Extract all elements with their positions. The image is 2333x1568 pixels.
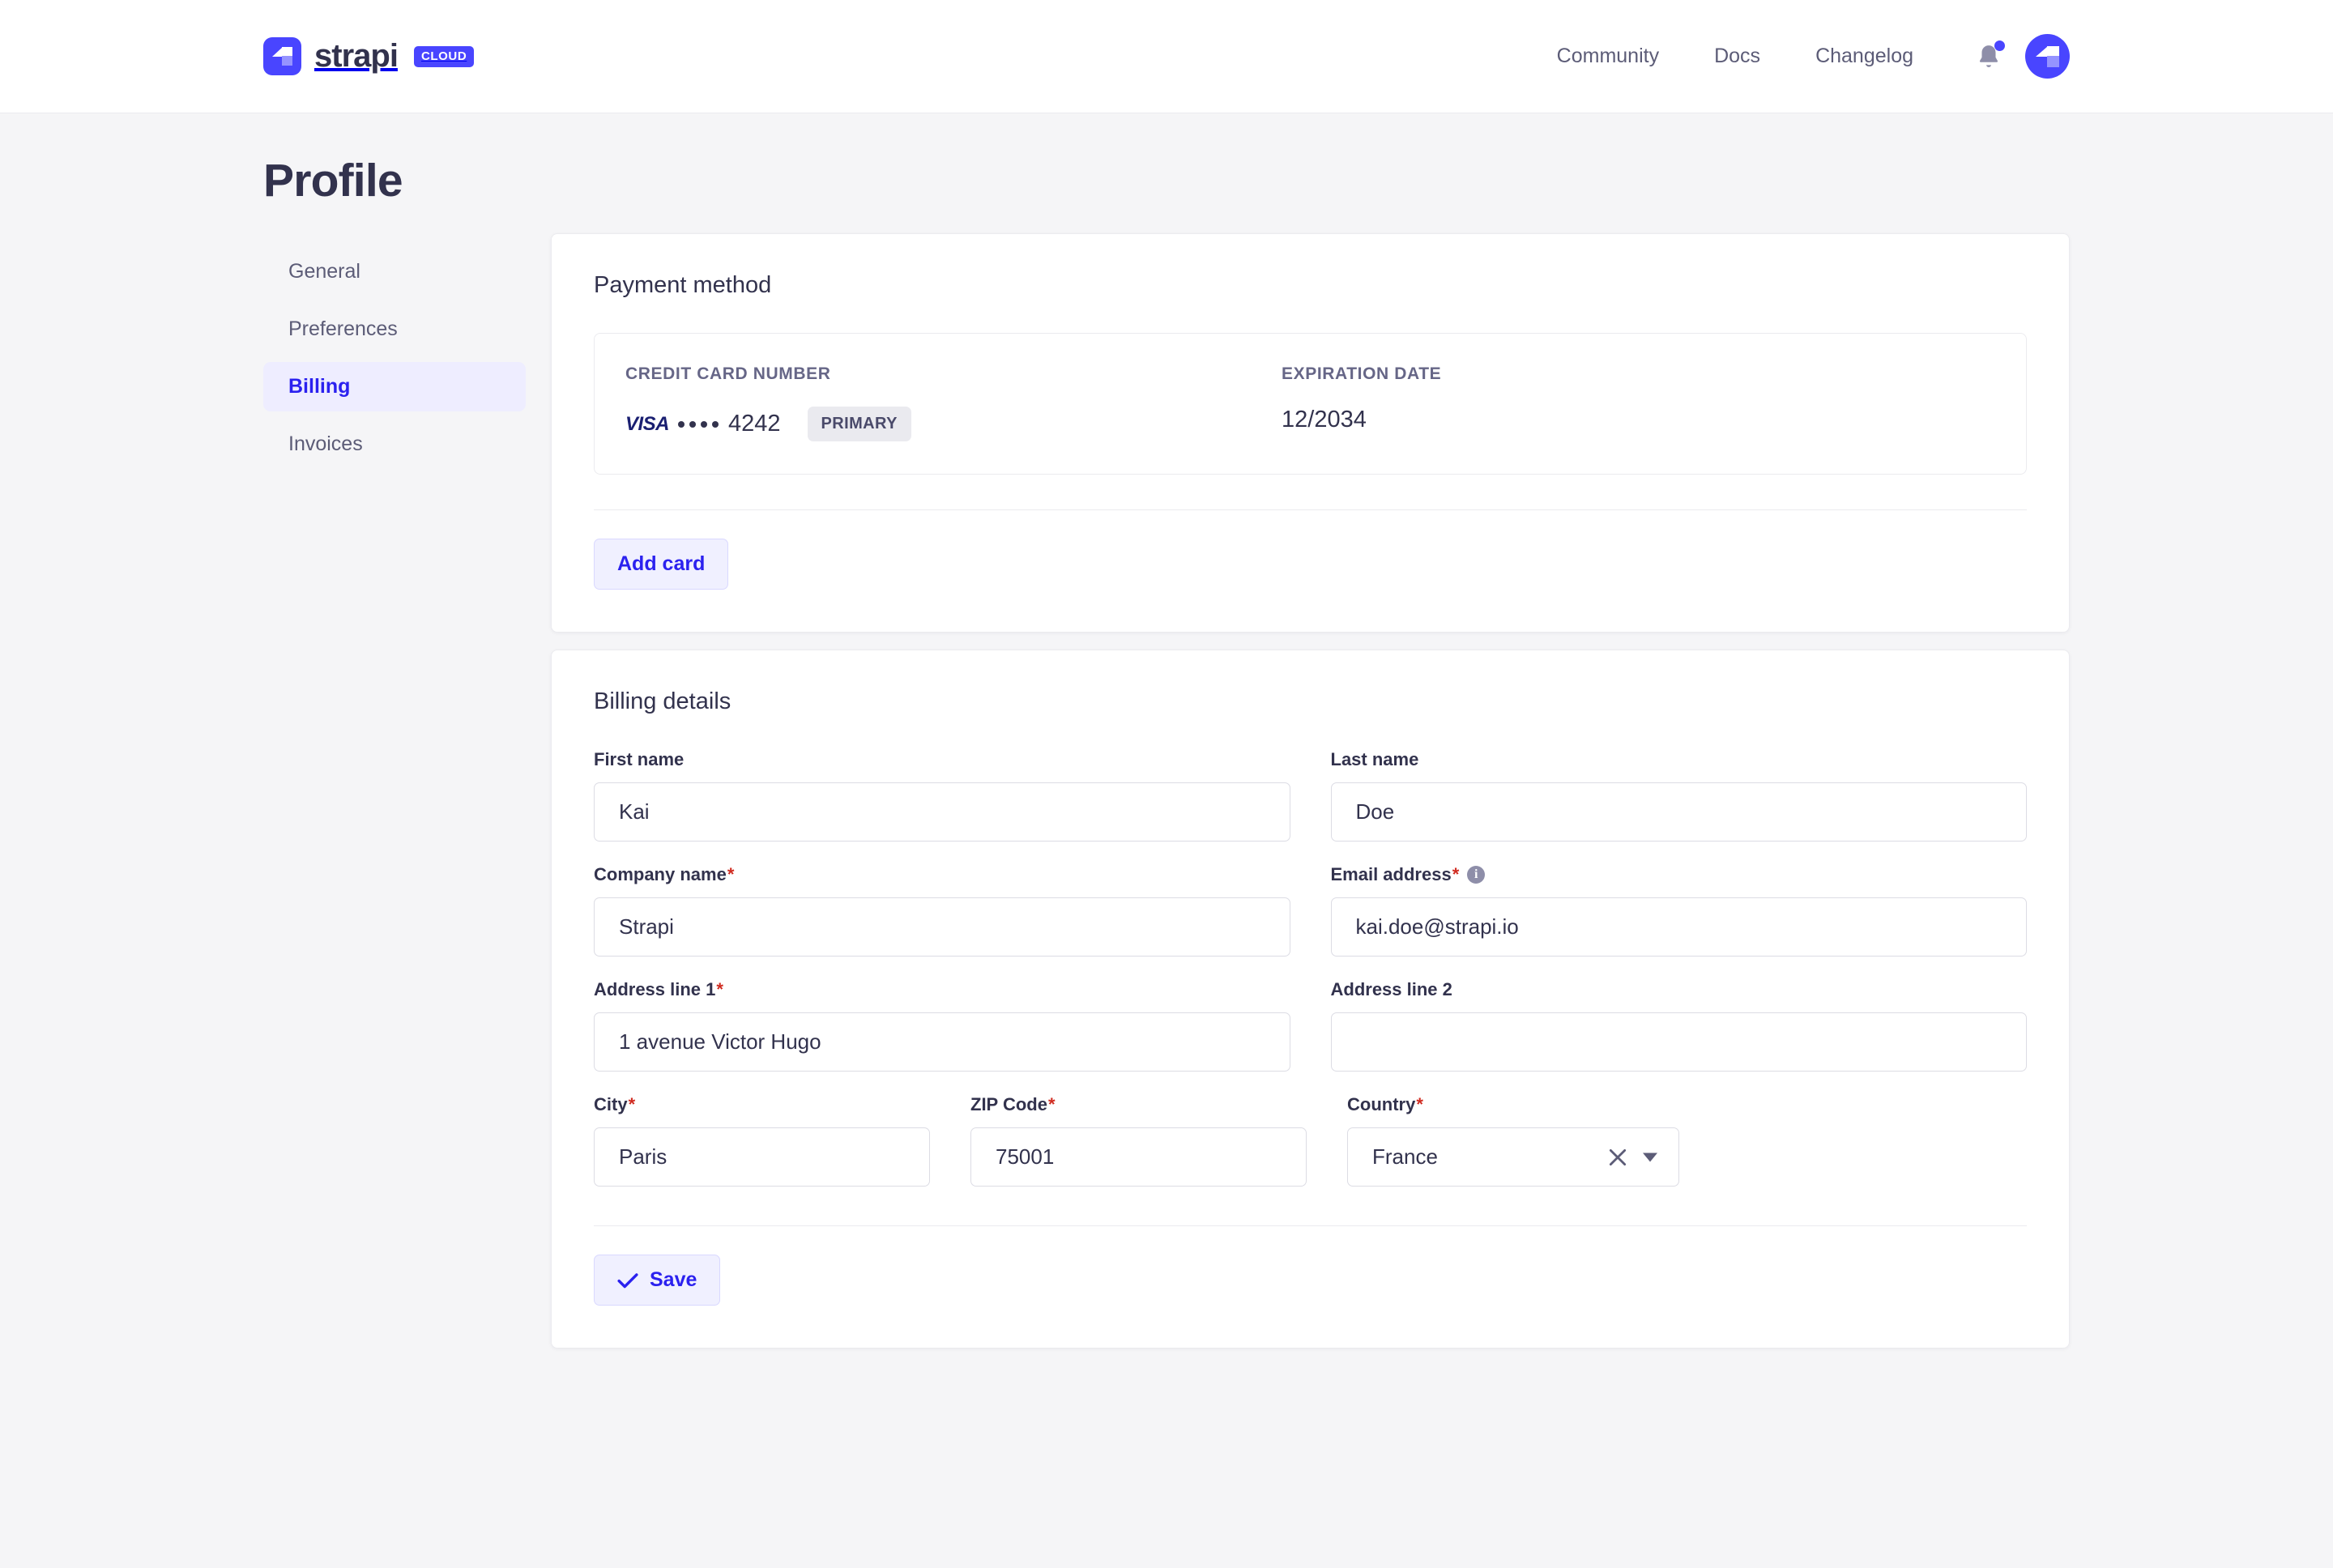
required-marker: * [1416,1094,1423,1115]
primary-card-badge: PRIMARY [808,407,911,441]
nav-link-community[interactable]: Community [1529,45,1687,68]
user-avatar[interactable] [2025,34,2070,79]
billing-details-card: Billing details First name Last name [551,650,2070,1349]
nav-link-changelog[interactable]: Changelog [1788,45,1941,68]
field-address-line-2: Address line 2 [1331,979,2028,1072]
add-card-label: Add card [617,552,705,576]
address-line-2-input[interactable] [1331,1012,2028,1072]
zip-code-label: ZIP Code* [970,1094,1307,1115]
visa-brand-icon: VISA [625,413,669,436]
brand-cloud-badge: CLOUD [414,46,474,67]
country-label-text: Country [1347,1094,1415,1115]
expiration-date-column: EXPIRATION DATE 12/2034 [1282,364,1995,441]
credit-card-number-label: CREDIT CARD NUMBER [625,364,1282,384]
first-name-input[interactable] [594,782,1290,842]
address-line-1-label: Address line 1* [594,979,1290,1000]
credit-card-number-value: VISA 4242 PRIMARY [625,407,1282,441]
email-address-label: Email address* i [1331,864,2028,885]
saved-card-box[interactable]: CREDIT CARD NUMBER VISA 4242 PRIMARY EXP… [594,333,2027,475]
form-row-address: Address line 1* Address line 2 [594,979,2027,1072]
credit-card-number-column: CREDIT CARD NUMBER VISA 4242 PRIMARY [625,364,1282,441]
page-container: Profile General Preferences Billing Invo… [0,154,2333,1349]
add-card-button[interactable]: Add card [594,539,728,590]
address-line-1-label-text: Address line 1 [594,979,715,1000]
form-row-city-zip-country: City* ZIP Code* Country* [594,1094,2027,1187]
sidebar-item-general[interactable]: General [263,247,526,296]
email-address-label-text: Email address [1331,864,1452,885]
city-label-text: City [594,1094,628,1115]
field-country: Country* [1347,1094,1679,1187]
expiration-date-value: 12/2034 [1282,407,1995,433]
field-address-line-1: Address line 1* [594,979,1290,1072]
field-last-name: Last name [1331,749,2028,842]
city-input[interactable] [594,1127,930,1187]
address-line-1-input[interactable] [594,1012,1290,1072]
brand-logo-link[interactable]: strapi CLOUD [263,37,474,75]
last-name-label-text: Last name [1331,749,1419,770]
payment-card-divider [594,509,2027,510]
billing-details-title: Billing details [594,688,2027,715]
top-navigation-bar: strapi CLOUD Community Docs Changelog [0,0,2333,113]
profile-content: Payment method CREDIT CARD NUMBER VISA 4… [551,233,2070,1349]
form-row-company-email: Company name* Email address* i [594,864,2027,957]
address-line-2-label-text: Address line 2 [1331,979,1452,1000]
field-company-name: Company name* [594,864,1290,957]
company-name-label: Company name* [594,864,1290,885]
card-last-four: 4242 [728,411,781,437]
field-first-name: First name [594,749,1290,842]
zip-code-label-text: ZIP Code [970,1094,1047,1115]
first-name-label: First name [594,749,1290,770]
clear-icon[interactable] [1607,1147,1628,1168]
info-icon[interactable]: i [1467,866,1485,884]
country-combobox[interactable] [1347,1127,1679,1187]
field-city: City* [594,1094,930,1187]
required-marker: * [716,979,723,1000]
country-input[interactable] [1347,1127,1679,1187]
sidebar-item-billing[interactable]: Billing [263,362,526,411]
check-icon [617,1272,638,1289]
required-marker: * [1452,864,1460,885]
city-label: City* [594,1094,930,1115]
expiration-date-label: EXPIRATION DATE [1282,364,1995,384]
first-name-label-text: First name [594,749,684,770]
save-button[interactable]: Save [594,1255,720,1306]
field-zip-code: ZIP Code* [970,1094,1307,1187]
strapi-logo-icon [263,37,301,75]
save-label: Save [650,1268,697,1292]
notification-indicator-dot [1994,40,2005,51]
required-marker: * [1048,1094,1056,1115]
billing-form-divider [594,1225,2027,1226]
header-nav-links: Community Docs Changelog [1529,34,2070,79]
company-name-label-text: Company name [594,864,727,885]
page-layout: General Preferences Billing Invoices Pay… [263,233,2070,1349]
form-row-names: First name Last name [594,749,2027,842]
nav-link-docs[interactable]: Docs [1687,45,1788,68]
brand-name: strapi [314,38,398,75]
email-address-input[interactable] [1331,897,2028,957]
address-line-2-label: Address line 2 [1331,979,2028,1000]
notifications-button[interactable] [1975,40,2002,73]
payment-method-card: Payment method CREDIT CARD NUMBER VISA 4… [551,233,2070,633]
chevron-down-icon[interactable] [1643,1153,1657,1161]
sidebar-item-invoices[interactable]: Invoices [263,420,526,469]
page-title: Profile [263,154,2070,207]
payment-method-title: Payment method [594,272,2027,299]
required-marker: * [629,1094,636,1115]
last-name-label: Last name [1331,749,2028,770]
masked-digits-icon [678,421,719,428]
last-name-input[interactable] [1331,782,2028,842]
country-label: Country* [1347,1094,1679,1115]
field-email-address: Email address* i [1331,864,2028,957]
zip-code-input[interactable] [970,1127,1307,1187]
company-name-input[interactable] [594,897,1290,957]
required-marker: * [727,864,735,885]
sidebar-item-preferences[interactable]: Preferences [263,305,526,354]
profile-sidebar: General Preferences Billing Invoices [263,233,526,477]
